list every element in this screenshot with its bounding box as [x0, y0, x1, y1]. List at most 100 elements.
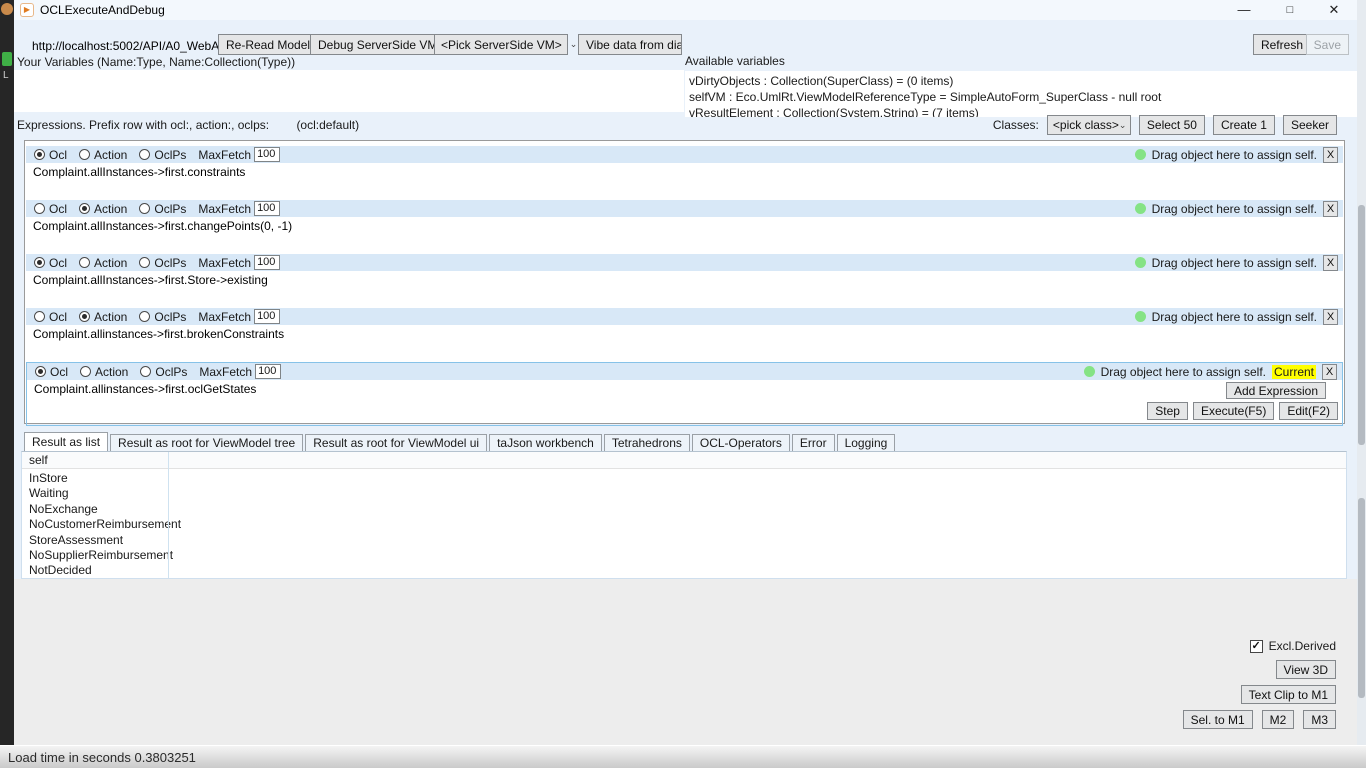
radio-ocl[interactable]: Ocl [34, 202, 67, 216]
maxfetch-label: MaxFetch [198, 256, 251, 270]
expression-text[interactable]: Complaint.allInstances->first.Store->exi… [33, 273, 268, 287]
pick-class-dropdown[interactable]: <pick class> ⌄ [1047, 115, 1131, 135]
sel-to-m1-button[interactable]: Sel. to M1 [1183, 710, 1253, 729]
available-variables-label: Available variables [685, 54, 785, 68]
drag-target-label[interactable]: Drag object here to assign self. [1152, 202, 1317, 216]
edit-button[interactable]: Edit(F2) [1279, 402, 1338, 420]
maxfetch-input[interactable]: 100 [254, 255, 280, 270]
radio-oclps-label: OclPs [154, 202, 186, 216]
radio-action[interactable]: Action [79, 148, 127, 162]
your-variables-input[interactable] [14, 70, 684, 112]
result-item[interactable]: InStore [29, 471, 1346, 486]
result-item[interactable]: NotDecided [29, 563, 1346, 578]
radio-oclps[interactable]: OclPs [139, 148, 186, 162]
view-3d-button[interactable]: View 3D [1276, 660, 1336, 679]
tab-result-viewmodel-tree[interactable]: Result as root for ViewModel tree [110, 434, 303, 451]
debug-serverside-vm-button[interactable]: Debug ServerSide VM [310, 34, 445, 55]
radio-ocl[interactable]: Ocl [34, 148, 67, 162]
remove-expression-button[interactable]: X [1323, 201, 1338, 217]
radio-action[interactable]: Action [79, 256, 127, 270]
radio-action[interactable]: Action [80, 365, 128, 379]
reread-model-button[interactable]: Re-Read Model [218, 34, 318, 55]
create-1-button[interactable]: Create 1 [1213, 115, 1275, 135]
remove-expression-button[interactable]: X [1323, 309, 1338, 325]
m2-button[interactable]: M2 [1262, 710, 1295, 729]
radio-icon [34, 311, 45, 322]
radio-action[interactable]: Action [79, 310, 127, 324]
result-item[interactable]: NoExchange [29, 502, 1346, 517]
maximize-button[interactable]: □ [1275, 1, 1305, 19]
result-item[interactable]: NoCustomerReimbursement [29, 517, 1346, 532]
radio-oclps[interactable]: OclPs [139, 202, 186, 216]
remove-expression-button[interactable]: X [1323, 255, 1338, 271]
background-scrollbar [1357, 0, 1366, 745]
result-item[interactable]: NoSupplierReimbursement [29, 548, 1346, 563]
expression-text[interactable]: Complaint.allInstances->first.changePoin… [33, 219, 292, 233]
scrollbar-thumb[interactable] [1358, 205, 1365, 445]
tab-logging[interactable]: Logging [837, 434, 896, 451]
radio-ocl[interactable]: Ocl [35, 365, 68, 379]
status-dot-icon [1135, 203, 1146, 214]
expression-text[interactable]: Complaint.allInstances->first.constraint… [33, 165, 245, 179]
drag-target-label[interactable]: Drag object here to assign self. [1152, 256, 1317, 270]
radio-ocl-label: Ocl [49, 310, 67, 324]
radio-oclps[interactable]: OclPs [140, 365, 187, 379]
tab-tetrahedrons[interactable]: Tetrahedrons [604, 434, 690, 451]
expression-row: Ocl Action OclPs MaxFetch 100 Drag objec… [26, 308, 1343, 362]
drag-target-label[interactable]: Drag object here to assign self. [1101, 365, 1266, 379]
expressions-header-text: Expressions. Prefix row with ocl:, actio… [17, 118, 269, 132]
minimize-button[interactable]: — [1229, 1, 1259, 19]
refresh-button[interactable]: Refresh [1253, 34, 1311, 55]
expression-row: Ocl Action OclPs MaxFetch 100 Drag objec… [26, 200, 1343, 254]
save-button[interactable]: Save [1306, 34, 1349, 55]
tab-ocl-operators[interactable]: OCL-Operators [692, 434, 790, 451]
select-50-button[interactable]: Select 50 [1139, 115, 1205, 135]
scrollbar-thumb[interactable] [1358, 498, 1365, 698]
vibe-data-button[interactable]: Vibe data from diag [578, 34, 682, 55]
result-column-header[interactable]: self [22, 452, 1346, 469]
current-badge: Current [1272, 365, 1316, 379]
radio-oclps[interactable]: OclPs [139, 310, 186, 324]
remove-expression-button[interactable]: X [1322, 364, 1337, 380]
expression-text[interactable]: Complaint.allinstances->first.oclGetStat… [34, 382, 256, 396]
expression-mode-bar: Ocl Action OclPs MaxFetch 100 Drag objec… [26, 254, 1343, 271]
radio-action-label: Action [94, 202, 127, 216]
m3-button[interactable]: M3 [1303, 710, 1336, 729]
tab-result-as-list[interactable]: Result as list [24, 432, 108, 451]
maxfetch-label: MaxFetch [198, 148, 251, 162]
available-variables-list[interactable]: vDirtyObjects : Collection(SuperClass) =… [685, 71, 1357, 117]
seeker-button[interactable]: Seeker [1283, 115, 1337, 135]
text-clip-to-m1-button[interactable]: Text Clip to M1 [1241, 685, 1336, 704]
radio-ocl[interactable]: Ocl [34, 310, 67, 324]
step-button[interactable]: Step [1147, 402, 1188, 420]
titlebar: ▶ OCLExecuteAndDebug — □ ✕ [14, 0, 1357, 20]
add-expression-button[interactable]: Add Expression [1226, 382, 1326, 399]
column-separator[interactable] [168, 452, 169, 578]
maxfetch-input[interactable]: 100 [254, 147, 280, 162]
execute-button[interactable]: Execute(F5) [1193, 402, 1274, 420]
drag-target-label[interactable]: Drag object here to assign self. [1152, 310, 1317, 324]
result-item[interactable]: StoreAssessment [29, 533, 1346, 548]
maxfetch-input[interactable]: 100 [254, 201, 280, 216]
maxfetch-input[interactable]: 100 [255, 364, 281, 379]
expressions-header: Expressions. Prefix row with ocl:, actio… [17, 118, 359, 132]
excl-derived-checkbox[interactable]: ✓ [1250, 640, 1263, 653]
radio-icon [35, 366, 46, 377]
tab-result-viewmodel-ui[interactable]: Result as root for ViewModel ui [305, 434, 487, 451]
pick-serverside-vm-dropdown[interactable]: <Pick ServerSide VM> ⌄ [434, 34, 568, 55]
radio-action-label: Action [95, 365, 128, 379]
drag-target-label[interactable]: Drag object here to assign self. [1152, 148, 1317, 162]
maxfetch-input[interactable]: 100 [254, 309, 280, 324]
status-dot-icon [1135, 149, 1146, 160]
tab-error[interactable]: Error [792, 434, 835, 451]
result-item[interactable]: Waiting [29, 486, 1346, 501]
close-button[interactable]: ✕ [1319, 1, 1349, 19]
tab-tajson-workbench[interactable]: taJson workbench [489, 434, 602, 451]
api-url-field[interactable]: http://localhost:5002/API/A0_WebApi [32, 39, 229, 53]
radio-action[interactable]: Action [79, 202, 127, 216]
expression-text[interactable]: Complaint.allinstances->first.brokenCons… [33, 327, 284, 341]
radio-oclps[interactable]: OclPs [139, 256, 186, 270]
radio-ocl[interactable]: Ocl [34, 256, 67, 270]
radio-icon [139, 257, 150, 268]
remove-expression-button[interactable]: X [1323, 147, 1338, 163]
